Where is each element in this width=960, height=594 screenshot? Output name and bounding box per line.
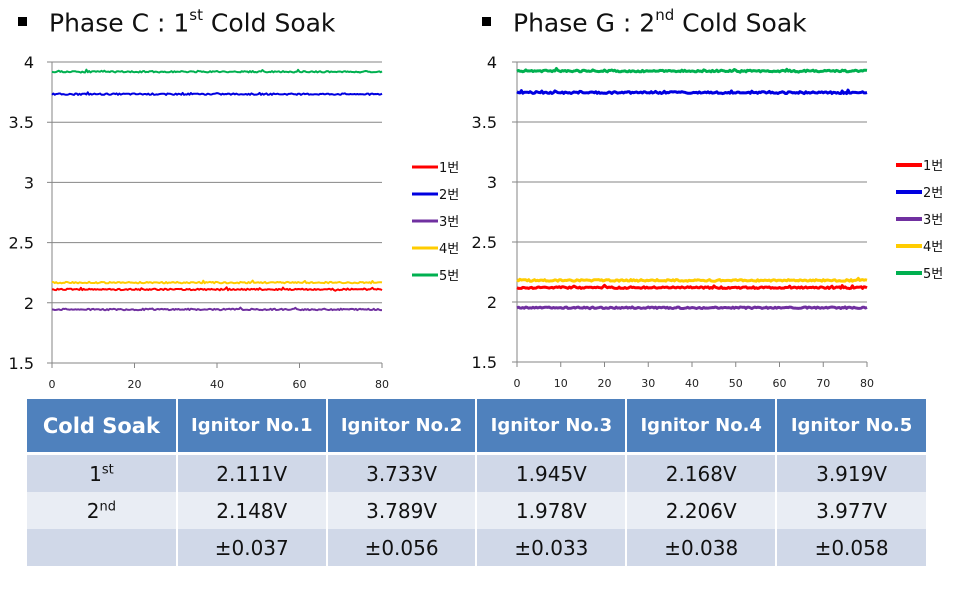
- x-tick-label: 40: [210, 378, 224, 391]
- header-ignitor-3: Ignitor No.3: [476, 399, 628, 455]
- series-line-5: [516, 67, 868, 74]
- header-ignitor-2: Ignitor No.2: [326, 399, 478, 455]
- x-tick-label: 0: [49, 378, 56, 391]
- table-cell: ±0.056: [326, 529, 478, 566]
- y-tick-label: 2: [24, 294, 34, 313]
- series-line-5: [51, 68, 383, 74]
- table-cell: ±0.058: [776, 529, 926, 566]
- legend-label-1: 1번: [923, 159, 943, 174]
- table-row: ±0.037 ±0.056 ±0.033 ±0.038 ±0.058: [27, 529, 926, 566]
- legend-label-4: 4번: [439, 242, 459, 257]
- y-tick-label: 4: [24, 53, 34, 72]
- legend-label-3: 3번: [923, 213, 943, 228]
- series-line-3: [516, 305, 868, 311]
- table-cell: 2.148V: [176, 492, 328, 529]
- charts-canvas: 1.522.533.540 20 40 60 801번2번3번4번5번1.522.533…: [9, 53, 944, 391]
- x-tick-label: 40: [685, 377, 699, 390]
- legend-label-1: 1번: [439, 161, 459, 176]
- legend-label-3: 3번: [439, 215, 459, 230]
- series-line-4: [516, 276, 868, 283]
- x-tick-label: 0: [514, 377, 521, 390]
- y-tick-label: 2: [487, 293, 497, 312]
- header-cold-soak: Cold Soak: [27, 399, 178, 455]
- table-cell: 3.733V: [326, 453, 478, 492]
- y-tick-label: 2.5: [472, 233, 497, 252]
- table-row: 2nd 2.148V 3.789V 1.978V 2.206V 3.977V: [27, 492, 926, 529]
- legend-label-5: 5번: [439, 269, 459, 284]
- y-tick-label: 3: [24, 173, 34, 192]
- table-cell: 2.111V: [176, 453, 328, 492]
- y-tick-label: 3: [487, 173, 497, 192]
- y-tick-label: 4: [487, 53, 497, 72]
- table-cell: ±0.033: [476, 529, 628, 566]
- table-cell: 2.168V: [626, 453, 778, 492]
- legend-label-5: 5번: [923, 267, 943, 282]
- table-cell: 3.789V: [326, 492, 478, 529]
- voltage-table: Cold Soak Ignitor No.1 Ignitor No.2 Igni…: [27, 399, 926, 566]
- x-tick-label: 80: [860, 377, 874, 390]
- x-tick-label: 60: [773, 377, 787, 390]
- x-tick-label: 70: [816, 377, 830, 390]
- series-line-2: [51, 91, 383, 96]
- table-cell: 1.978V: [476, 492, 628, 529]
- x-tick-label: 30: [641, 377, 655, 390]
- y-tick-label: 3.5: [472, 113, 497, 132]
- header-ignitor-1: Ignitor No.1: [176, 399, 328, 455]
- table-header-row: Cold Soak Ignitor No.1 Ignitor No.2 Igni…: [27, 399, 926, 455]
- table-cell: ±0.037: [176, 529, 328, 566]
- x-tick-label: 10: [554, 377, 568, 390]
- header-ignitor-5: Ignitor No.5: [776, 399, 926, 455]
- legend-label-2: 2번: [923, 186, 943, 201]
- row-label: 2nd: [27, 492, 178, 529]
- y-tick-label: 1.5: [9, 354, 34, 373]
- series-line-4: [51, 279, 383, 285]
- y-tick-label: 1.5: [472, 353, 497, 372]
- x-tick-label: 50: [729, 377, 743, 390]
- series-line-3: [51, 306, 382, 312]
- table-cell: ±0.038: [626, 529, 778, 566]
- table-cell: 1.945V: [476, 453, 628, 492]
- legend-label-2: 2번: [439, 188, 459, 203]
- x-tick-label: 80: [375, 378, 389, 391]
- table-cell: 2.206V: [626, 492, 778, 529]
- table-row: 1st 2.111V 3.733V 1.945V 2.168V 3.919V: [27, 453, 926, 492]
- table-cell: 3.977V: [776, 492, 926, 529]
- y-tick-label: 3.5: [9, 113, 34, 132]
- y-tick-label: 2.5: [9, 234, 34, 253]
- row-label: [27, 529, 178, 566]
- x-tick-label: 20: [598, 377, 612, 390]
- series-line-2: [516, 88, 868, 96]
- table-cell: 3.919V: [776, 453, 926, 492]
- x-tick-label: 60: [293, 378, 307, 391]
- legend-label-4: 4번: [923, 240, 943, 255]
- x-tick-label: 20: [128, 378, 142, 391]
- series-line-1: [516, 283, 868, 291]
- row-label: 1st: [27, 453, 178, 492]
- header-ignitor-4: Ignitor No.4: [626, 399, 778, 455]
- series-line-1: [52, 286, 383, 292]
